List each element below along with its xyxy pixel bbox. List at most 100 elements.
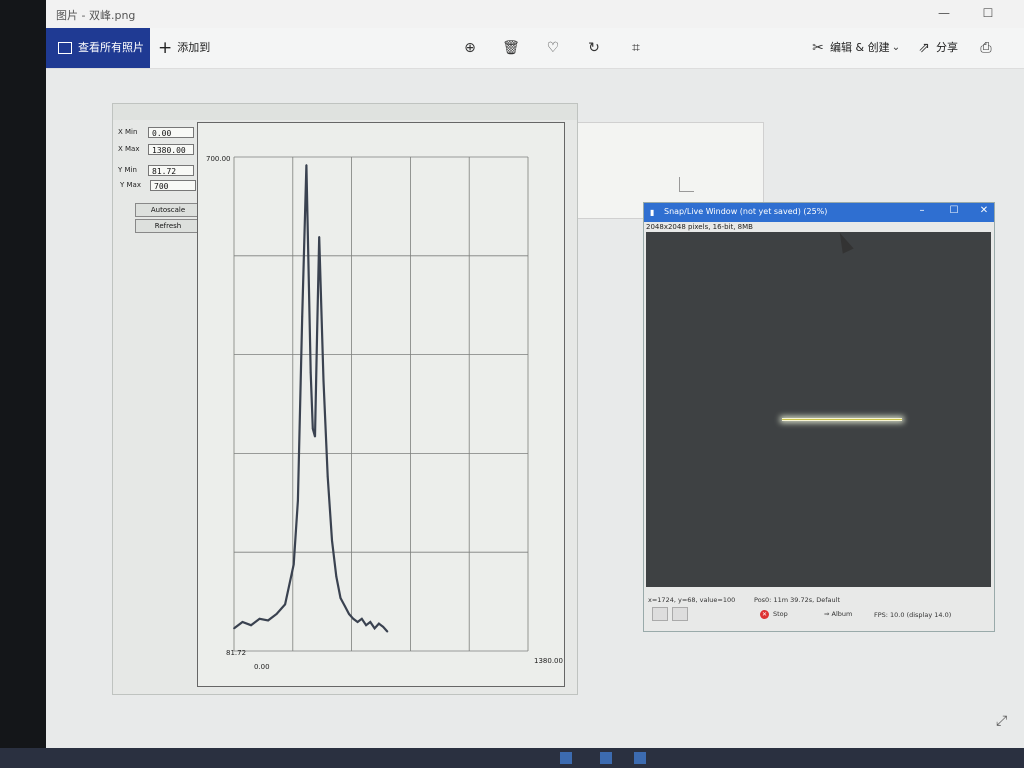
favorite-icon[interactable]: ♡: [543, 38, 563, 58]
expand-icon[interactable]: ⤢: [996, 713, 1014, 731]
profile-data-point: [241, 621, 244, 623]
y-min-tick-label: 81.72: [226, 649, 246, 657]
x-max-field[interactable]: 1380.00: [148, 144, 194, 155]
refresh-button[interactable]: Refresh: [135, 219, 201, 233]
x-max-label: X Max: [118, 145, 140, 153]
snap-live-window: ▮ Snap/Live Window (not yet saved) (25%)…: [643, 202, 995, 632]
profile-data-point: [301, 315, 304, 318]
taskbar: [0, 748, 1024, 768]
profile-plot: 700.00 81.72 0.00 1380.00: [197, 122, 565, 687]
profile-title-bar: [113, 104, 577, 120]
view-all-photos-button[interactable]: 查看所有照片: [46, 28, 150, 68]
minimize-icon[interactable]: –: [914, 205, 930, 216]
profile-data-point: [339, 597, 342, 599]
y-max-field[interactable]: 700: [150, 180, 196, 191]
line-selection[interactable]: [782, 419, 902, 420]
profile-data-point: [297, 499, 299, 502]
profile-data-point: [311, 427, 314, 430]
profile-data-point: [343, 605, 346, 607]
profile-data-point: [382, 625, 385, 628]
y-max-tick-label: 700.00: [206, 155, 231, 163]
y-min-label: Y Min: [118, 166, 137, 174]
photos-toolbar: 查看所有照片 + 添加到 ⊕ 🗑 ♡ ↻ ⌗ ✂ 编辑 & 创建 ⌄ ⇗ 分享 ⎙: [46, 28, 1024, 69]
autoscale-button[interactable]: Autoscale: [135, 203, 201, 217]
window-app-icon: ▮: [650, 208, 655, 217]
profile-chart-svg: 700.00 81.72 0.00 1380.00: [206, 155, 563, 671]
arrow-right-icon: ⇒: [824, 610, 832, 618]
taskbar-app-icon[interactable]: [560, 752, 572, 764]
profile-data-point: [373, 627, 376, 630]
stop-icon: ✕: [760, 609, 769, 619]
title-bar: 图片 - 双峰.png — ☐: [46, 0, 1024, 28]
chevron-down-icon[interactable]: ⌄: [886, 38, 906, 58]
stop-button[interactable]: ✕ Stop: [760, 607, 788, 621]
plus-icon: +: [158, 38, 173, 58]
x-min-label: X Min: [118, 128, 138, 136]
x-min-tick-label: 0.00: [254, 663, 270, 671]
image-canvas: X Min 0.00 X Max 1380.00 Y Min 81.72 Y M…: [46, 69, 1024, 748]
rotate-icon[interactable]: ↻: [584, 38, 604, 58]
close-icon[interactable]: ✕: [976, 205, 992, 216]
profile-data-point: [233, 627, 235, 630]
print-icon[interactable]: ⎙: [976, 38, 996, 58]
edit-create-icon[interactable]: ✂: [808, 38, 828, 58]
profile-data-point: [365, 624, 367, 627]
delete-icon[interactable]: 🗑: [501, 38, 521, 58]
y-max-label: Y Max: [120, 181, 141, 189]
profile-data-point: [356, 621, 359, 623]
taskbar-app-icon[interactable]: [634, 752, 646, 764]
profile-data-point: [316, 331, 318, 334]
share-button[interactable]: 分享: [936, 28, 958, 68]
view-all-label: 查看所有照片: [78, 41, 144, 54]
profile-data-point: [360, 617, 363, 620]
profile-data-point: [335, 575, 338, 578]
profile-series-line: [233, 164, 389, 633]
profile-data-point: [386, 630, 389, 633]
profile-data-point: [314, 435, 316, 438]
x-min-field[interactable]: 0.00: [148, 127, 194, 138]
snap-title-bar: ▮ Snap/Live Window (not yet saved) (25%)…: [644, 203, 994, 222]
profile-data-point: [348, 613, 350, 615]
maximize-icon[interactable]: ☐: [978, 4, 998, 22]
minimize-icon[interactable]: —: [934, 4, 954, 22]
profile-data-point: [258, 617, 261, 620]
zoom-icon[interactable]: ⊕: [460, 38, 480, 58]
edit-create-button[interactable]: 编辑 & 创建: [830, 28, 890, 68]
profile-data-point: [292, 563, 295, 566]
monitor-bezel: [0, 0, 46, 768]
plot-grid: [233, 156, 529, 652]
line-profile-window: X Min 0.00 X Max 1380.00 Y Min 81.72 Y M…: [112, 103, 578, 695]
pixel-readout: x=1724, y=68, value=100: [648, 596, 736, 604]
profile-data-point: [377, 622, 380, 625]
snap-title: Snap/Live Window (not yet saved) (25%): [664, 207, 828, 216]
taskbar-app-icon[interactable]: [600, 752, 612, 764]
image-info: 2048x2048 pixels, 16-bit, 8MB: [646, 223, 753, 231]
stop-label: Stop: [773, 610, 788, 618]
photos-app-window: 图片 - 双峰.png — ☐ 查看所有照片 + 添加到 ⊕ 🗑 ♡ ↻ ⌗ ✂ …: [46, 0, 1024, 748]
add-to-button[interactable]: + 添加到: [158, 28, 210, 68]
crop-icon[interactable]: ⌗: [626, 38, 646, 58]
profile-data-point: [284, 603, 287, 606]
profile-data-point: [331, 539, 333, 542]
y-min-field[interactable]: 81.72: [148, 165, 194, 176]
window-title: 图片 - 双峰.png: [56, 9, 136, 22]
profile-data-point: [250, 624, 252, 627]
x-max-tick-label: 1380.00: [534, 657, 563, 665]
position-readout: Pos0: 11m 39.72s, Default: [754, 596, 840, 604]
photo-icon: [58, 42, 72, 54]
zoom-in-icon[interactable]: [652, 607, 668, 621]
profile-data-point: [275, 613, 278, 615]
profile-data-point: [322, 379, 325, 382]
profile-data-point: [352, 617, 355, 620]
share-icon[interactable]: ⇗: [914, 38, 934, 58]
album-label: Album: [831, 610, 853, 618]
live-camera-image[interactable]: [646, 232, 991, 587]
corner-marker: [679, 177, 694, 192]
album-button[interactable]: ⇒ Album: [824, 607, 852, 621]
profile-data-point: [305, 164, 308, 166]
profile-data-point: [326, 475, 329, 478]
profile-data-point: [267, 619, 269, 622]
maximize-icon[interactable]: ☐: [946, 205, 962, 216]
fps-readout: FPS: 10.0 (display 14.0): [874, 611, 952, 619]
zoom-out-icon[interactable]: [672, 607, 688, 621]
